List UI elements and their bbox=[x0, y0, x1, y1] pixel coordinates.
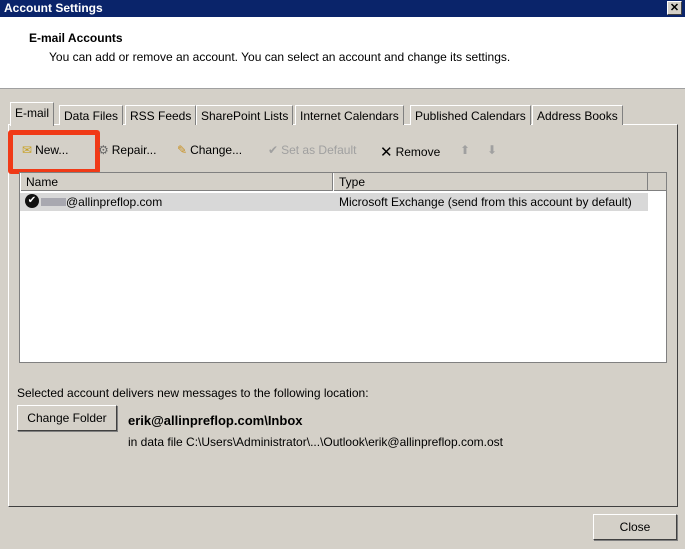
repair-button[interactable]: ⚙ Repair... bbox=[98, 143, 156, 157]
header-title: E-mail Accounts bbox=[29, 31, 123, 45]
column-type[interactable]: Type bbox=[333, 173, 648, 191]
window-title: Account Settings bbox=[4, 1, 103, 15]
tab-data-files[interactable]: Data Files bbox=[59, 105, 124, 125]
change-button[interactable]: ✎ Change... bbox=[177, 143, 242, 157]
check-circle-icon: ✔ bbox=[268, 143, 279, 157]
change-icon: ✎ bbox=[177, 143, 188, 157]
close-button[interactable]: Close bbox=[593, 514, 677, 540]
remove-button[interactable]: ✕ Remove bbox=[380, 143, 440, 161]
account-name: @allinpreflop.com bbox=[66, 195, 163, 209]
tab-rss-feeds[interactable]: RSS Feeds bbox=[125, 105, 197, 125]
highlight-box bbox=[8, 130, 100, 174]
change-folder-button[interactable]: Change Folder bbox=[17, 405, 117, 431]
column-name[interactable]: Name bbox=[20, 173, 333, 191]
remove-x-icon: ✕ bbox=[380, 144, 393, 161]
arrow-up-icon: ⬆ bbox=[460, 143, 471, 157]
account-type: Microsoft Exchange (send from this accou… bbox=[339, 195, 632, 209]
tab-email[interactable]: E-mail bbox=[10, 102, 55, 126]
move-down-button[interactable]: ⬇ bbox=[487, 143, 497, 157]
delivery-folder: erik@allinpreflop.com\Inbox bbox=[128, 413, 303, 428]
header: E-mail Accounts You can add or remove an… bbox=[0, 17, 685, 89]
close-window-button[interactable]: ✕ bbox=[667, 1, 682, 15]
arrow-down-icon: ⬇ bbox=[487, 143, 498, 157]
header-description: You can add or remove an account. You ca… bbox=[49, 50, 511, 64]
accounts-list: Name Type ✔ @allinpreflop.com Microsoft … bbox=[19, 172, 667, 363]
data-file-path: in data file C:\Users\Administrator\...\… bbox=[128, 435, 503, 449]
move-up-button[interactable]: ⬆ bbox=[460, 143, 470, 157]
default-check-icon: ✔ bbox=[25, 194, 39, 208]
table-row[interactable]: ✔ @allinpreflop.com Microsoft Exchange (… bbox=[20, 193, 648, 211]
tab-published-calendars[interactable]: Published Calendars bbox=[410, 105, 531, 125]
list-header: Name Type bbox=[20, 173, 666, 191]
repair-icon: ⚙ bbox=[98, 143, 109, 157]
delivery-label: Selected account delivers new messages t… bbox=[17, 386, 369, 400]
redacted-name bbox=[41, 198, 66, 206]
tab-internet-calendars[interactable]: Internet Calendars bbox=[295, 105, 404, 125]
tab-address-books[interactable]: Address Books bbox=[532, 105, 623, 125]
title-bar: Account Settings ✕ bbox=[0, 0, 685, 17]
tab-sharepoint-lists[interactable]: SharePoint Lists bbox=[196, 105, 294, 125]
set-as-default-button[interactable]: ✔ Set as Default bbox=[268, 143, 356, 157]
